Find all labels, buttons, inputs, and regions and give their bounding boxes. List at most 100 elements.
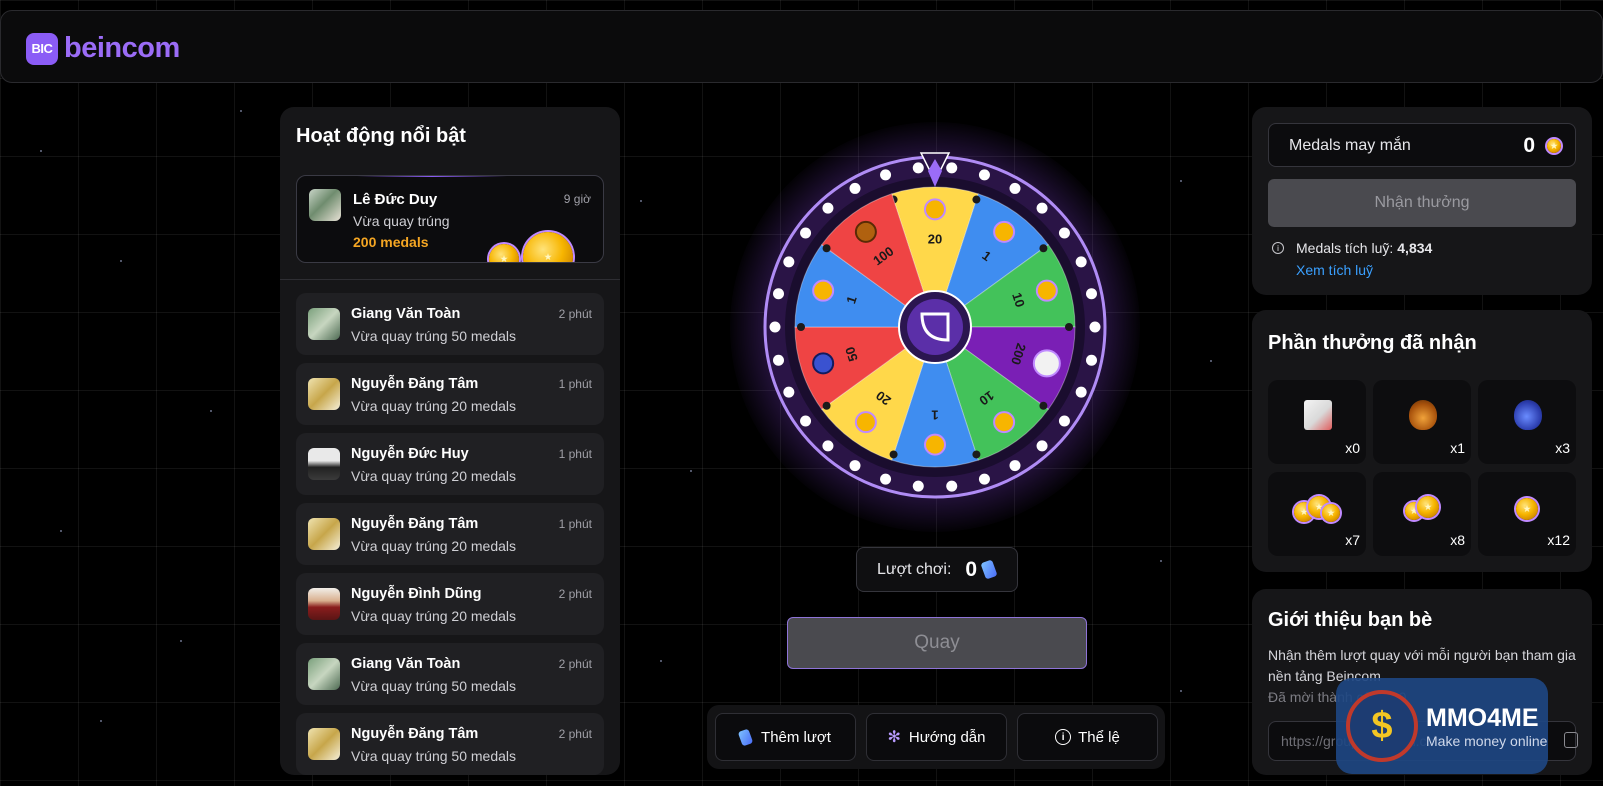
rim-light bbox=[1009, 460, 1021, 472]
pot-icon bbox=[854, 220, 877, 243]
plays-value: 0 bbox=[965, 557, 978, 581]
reward-tile: x8 bbox=[1373, 472, 1471, 556]
reward-tile: x1 bbox=[1373, 380, 1471, 464]
watermark-subtitle: Make money online bbox=[1426, 732, 1548, 749]
paper-prize-icon bbox=[1032, 349, 1061, 378]
beincom-logo[interactable]: BIC beincom bbox=[26, 32, 180, 65]
dollar-logo-icon: $ bbox=[1346, 690, 1418, 762]
top-header: BIC beincom bbox=[0, 10, 1603, 83]
rules-button[interactable]: i Thể lệ bbox=[1017, 713, 1158, 761]
item-time: 1 phút bbox=[558, 517, 592, 531]
highlight-activity-panel: Hoạt động nổi bật Lê Đức Duy 9 giờ Vừa q… bbox=[280, 107, 620, 775]
action-bar: Thêm lượt ✻ Hướng dẫn i Thể lệ bbox=[707, 705, 1165, 769]
rewards-title: Phần thưởng đã nhận bbox=[1268, 332, 1477, 354]
rim-light bbox=[978, 169, 990, 181]
reward-tile: x0 bbox=[1268, 380, 1366, 464]
accumulated-value: 4,834 bbox=[1397, 240, 1433, 256]
rim-light bbox=[880, 169, 892, 181]
reward-tile: x12 bbox=[1478, 472, 1576, 556]
copy-icon[interactable] bbox=[1564, 732, 1578, 748]
featured-time: 9 giờ bbox=[563, 192, 591, 206]
list-item: Giang Văn Toàn 2 phút Vừa quay trúng 50 … bbox=[296, 293, 604, 355]
segment-divider-dot bbox=[1065, 323, 1073, 331]
item-text: Vừa quay trúng 20 medals bbox=[351, 398, 517, 414]
reward-count: x7 bbox=[1345, 532, 1360, 548]
item-name: Nguyễn Đăng Tâm bbox=[351, 376, 479, 392]
pot-icon bbox=[1409, 400, 1437, 430]
item-text: Vừa quay trúng 20 medals bbox=[351, 608, 517, 624]
divider bbox=[280, 279, 620, 280]
list-item: Nguyễn Đình Dũng 2 phút Vừa quay trúng 2… bbox=[296, 573, 604, 635]
rim-light bbox=[946, 162, 958, 174]
segment-divider-dot bbox=[1039, 244, 1048, 253]
featured-name: Lê Đức Duy bbox=[353, 191, 438, 208]
list-item: Nguyễn Đức Huy 1 phút Vừa quay trúng 20 … bbox=[296, 433, 604, 495]
rim-light bbox=[1009, 182, 1021, 194]
item-text: Vừa quay trúng 50 medals bbox=[351, 748, 517, 764]
list-item: Giang Văn Toàn 2 phút Vừa quay trúng 50 … bbox=[296, 643, 604, 705]
lucky-wheel[interactable]: 20 1 10 200 10 1 20 50 1 100 bbox=[730, 122, 1140, 532]
reward-count: x8 bbox=[1450, 532, 1465, 548]
logo-text: beincom bbox=[64, 32, 180, 64]
rim-light bbox=[849, 460, 861, 472]
rim-light bbox=[1058, 227, 1070, 239]
segment-divider-dot bbox=[797, 323, 805, 331]
activity-title: Hoạt động nổi bật bbox=[296, 125, 466, 147]
rim-light bbox=[849, 182, 861, 194]
segment-value-label: 20 bbox=[928, 232, 942, 247]
segment-divider-dot bbox=[972, 195, 981, 204]
avatar bbox=[308, 448, 340, 480]
segment-divider-dot bbox=[1039, 401, 1048, 410]
item-time: 2 phút bbox=[558, 727, 592, 741]
segment-value-label: 1 bbox=[931, 407, 938, 422]
rim-light bbox=[1036, 202, 1048, 214]
featured-text: Vừa quay trúng bbox=[353, 213, 450, 229]
coin-pair-icon bbox=[993, 411, 1016, 434]
item-time: 2 phút bbox=[558, 657, 592, 671]
avatar bbox=[308, 308, 340, 340]
reward-tile: x7 bbox=[1268, 472, 1366, 556]
rim-light bbox=[800, 227, 812, 239]
accumulated-medals: i Medals tích luỹ: 4,834 bbox=[1272, 240, 1432, 256]
rim-light bbox=[800, 415, 812, 427]
rim-light bbox=[1075, 386, 1087, 398]
medals-panel: Medals may mắn 0 Nhận thưởng i Medals tí… bbox=[1252, 107, 1592, 295]
list-item: Nguyễn Đăng Tâm 1 phút Vừa quay trúng 20… bbox=[296, 363, 604, 425]
vase-icon bbox=[1514, 400, 1542, 430]
reward-tile: x3 bbox=[1478, 380, 1576, 464]
more-turns-button[interactable]: Thêm lượt bbox=[715, 713, 856, 761]
rules-label: Thể lệ bbox=[1078, 728, 1120, 746]
rim-light bbox=[772, 288, 784, 300]
rim-light bbox=[822, 202, 834, 214]
lucky-medals-box: Medals may mắn 0 bbox=[1268, 123, 1576, 167]
plays-label: Lượt chơi: bbox=[877, 560, 952, 578]
coin-pile-icon bbox=[924, 198, 946, 221]
rim-light bbox=[880, 473, 892, 485]
list-item: Nguyễn Đăng Tâm 1 phút Vừa quay trúng 20… bbox=[296, 503, 604, 565]
reward-count: x0 bbox=[1345, 440, 1360, 456]
spin-button[interactable]: Quay bbox=[787, 617, 1087, 669]
sparkle-icon: ✻ bbox=[887, 729, 901, 746]
rim-light bbox=[769, 321, 781, 333]
rim-light bbox=[978, 473, 990, 485]
rim-light bbox=[1086, 354, 1098, 366]
avatar bbox=[308, 378, 340, 410]
rim-light bbox=[783, 386, 795, 398]
coin-pair-icon bbox=[1035, 279, 1058, 302]
claim-reward-button[interactable]: Nhận thưởng bbox=[1268, 179, 1576, 227]
guide-label: Hướng dẫn bbox=[908, 728, 986, 746]
item-text: Vừa quay trúng 20 medals bbox=[351, 468, 517, 484]
list-item: Nguyễn Đăng Tâm 2 phút Vừa quay trúng 50… bbox=[296, 713, 604, 775]
avatar bbox=[308, 658, 340, 690]
item-text: Vừa quay trúng 50 medals bbox=[351, 678, 517, 694]
lucky-medals-label: Medals may mắn bbox=[1289, 137, 1411, 154]
medal-coin-icon bbox=[489, 244, 519, 262]
rim-light bbox=[772, 354, 784, 366]
view-accumulated-link[interactable]: Xem tích luỹ bbox=[1296, 262, 1373, 278]
segment-divider-dot bbox=[972, 450, 981, 459]
avatar bbox=[308, 518, 340, 550]
item-name: Nguyễn Đức Huy bbox=[351, 446, 469, 462]
watermark-title: MMO4ME bbox=[1426, 703, 1539, 732]
guide-button[interactable]: ✻ Hướng dẫn bbox=[866, 713, 1007, 761]
rim-light bbox=[1036, 440, 1048, 452]
